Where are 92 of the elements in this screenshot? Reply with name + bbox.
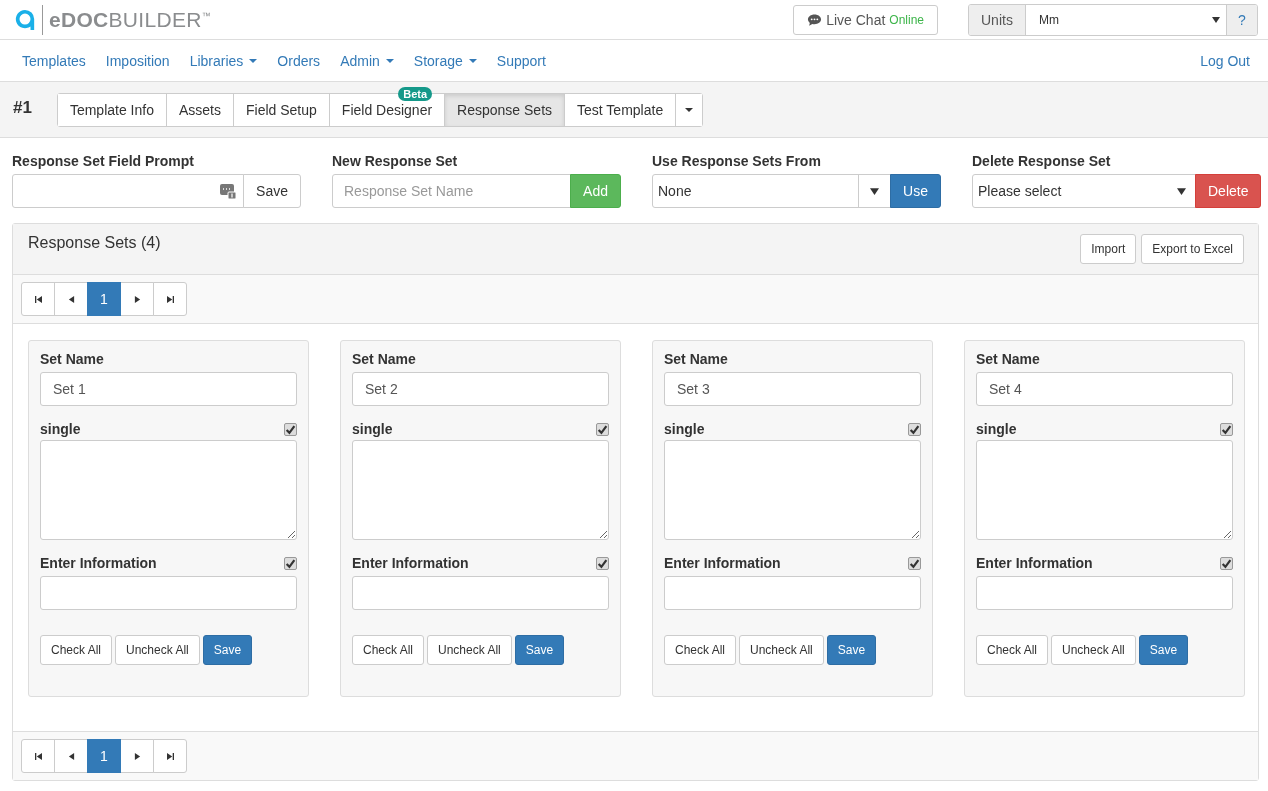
previous-page-button[interactable] (54, 282, 88, 316)
set-name-input-field[interactable]: Set 3 (664, 372, 921, 406)
tab[interactable]: Response Sets (445, 94, 565, 126)
set-name-input-field[interactable]: Set 4 (976, 372, 1233, 406)
delete-select[interactable]: Please select (972, 174, 1196, 208)
field-label: single (664, 421, 705, 437)
card-button[interactable]: Check All (976, 635, 1049, 665)
last-page-button[interactable] (153, 282, 187, 316)
checkbox[interactable] (908, 556, 921, 570)
card-button[interactable]: Save (202, 635, 253, 665)
set-name-label: Set Name (40, 351, 105, 367)
checkbox[interactable] (596, 556, 609, 570)
delete-button[interactable]: Delete (1195, 174, 1261, 208)
action-button[interactable]: Export to Excel (1141, 234, 1244, 264)
field-label: Delete Response Set (972, 153, 1112, 169)
panel-title: Response Sets (4) (28, 234, 161, 252)
text-input-field[interactable] (976, 576, 1233, 610)
set-name-input-field[interactable]: Set 1 (40, 372, 297, 406)
nav-link[interactable]: Libraries (189, 52, 258, 69)
text-input-field[interactable] (664, 576, 921, 610)
field-label: Enter Information (664, 555, 781, 571)
use-button[interactable]: Use (890, 174, 941, 208)
field-label: Use Response Sets From (652, 153, 822, 169)
set-name-label: Set Name (352, 351, 417, 367)
next-page-button[interactable] (120, 739, 154, 773)
card-button[interactable]: Check All (352, 635, 425, 665)
chat-bubble-icon (807, 12, 823, 27)
next-page-icon (133, 295, 141, 303)
checkbox[interactable] (284, 556, 297, 570)
dropdown-caret-icon (870, 187, 880, 195)
page-button[interactable]: 1 (87, 282, 121, 316)
text-input-field[interactable] (40, 576, 297, 610)
field-label: single (352, 421, 393, 437)
set-name-input-field[interactable]: Set 2 (352, 372, 609, 406)
card-button[interactable]: Uncheck All (115, 635, 200, 665)
last-page-button[interactable] (153, 739, 187, 773)
card-button[interactable]: Save (514, 635, 565, 665)
nav-link[interactable]: Templates (22, 52, 86, 69)
next-page-icon (133, 752, 141, 760)
dropdown-toggle[interactable] (858, 174, 892, 208)
checkbox[interactable] (908, 422, 921, 436)
card-button[interactable]: Save (826, 635, 877, 665)
first-page-button[interactable] (21, 739, 55, 773)
nav-link[interactable]: Support (496, 52, 546, 69)
beta-badge: Beta (398, 87, 433, 101)
field-label: Response Set Field Prompt (12, 153, 196, 169)
page-button[interactable]: 1 (87, 739, 121, 773)
card-button[interactable]: Check All (664, 635, 737, 665)
nav-link[interactable]: Imposition (105, 52, 170, 69)
caret-icon (685, 108, 694, 112)
logout-link[interactable]: Log Out (1200, 52, 1250, 69)
card-button[interactable]: Uncheck All (739, 635, 824, 665)
nav-link[interactable]: Storage (413, 52, 477, 69)
card-button[interactable]: Check All (40, 635, 113, 665)
previous-page-icon (67, 752, 75, 760)
set-name-label: Set Name (976, 351, 1041, 367)
live-chat-button[interactable]: Live Chat Online (793, 4, 938, 35)
card-button[interactable]: Uncheck All (1051, 635, 1136, 665)
card-button[interactable]: Save (1138, 635, 1189, 665)
previous-page-icon (67, 295, 75, 303)
checkbox[interactable] (1220, 556, 1233, 570)
next-page-button[interactable] (120, 282, 154, 316)
nav-link[interactable]: Orders (277, 52, 321, 69)
checkbox[interactable] (596, 422, 609, 436)
nav-link[interactable]: Admin (340, 52, 394, 69)
logo-text: eDOCBUILDER$^{™}$ (49, 7, 211, 32)
card-button[interactable]: Uncheck All (427, 635, 512, 665)
field-label: single (40, 421, 81, 437)
dropdown-caret-icon (1177, 187, 1186, 195)
first-page-icon (34, 295, 42, 303)
last-page-icon (166, 295, 174, 303)
previous-page-button[interactable] (54, 739, 88, 773)
field-label: single (976, 421, 1017, 437)
field-label: New Response Set (332, 153, 459, 169)
action-button[interactable]: Import (1080, 234, 1137, 264)
checkbox[interactable] (1220, 422, 1233, 436)
first-page-icon (34, 752, 42, 760)
set-name-input-field[interactable]: Response Set Name (332, 174, 572, 208)
logo-icon (14, 7, 36, 32)
field-label: Enter Information (352, 555, 469, 571)
set-name-label: Set Name (664, 351, 729, 367)
save-button[interactable]: Save (243, 174, 301, 208)
prompt-input-field[interactable] (12, 174, 245, 208)
field-icon (220, 183, 237, 199)
template-number: #1 (13, 98, 32, 118)
field-label: Enter Information (40, 555, 157, 571)
checkbox[interactable] (284, 422, 297, 436)
field-label: Enter Information (976, 555, 1093, 571)
last-page-icon (166, 752, 174, 760)
source-select[interactable]: None (652, 174, 860, 208)
text-input-field[interactable] (352, 576, 609, 610)
first-page-button[interactable] (21, 282, 55, 316)
